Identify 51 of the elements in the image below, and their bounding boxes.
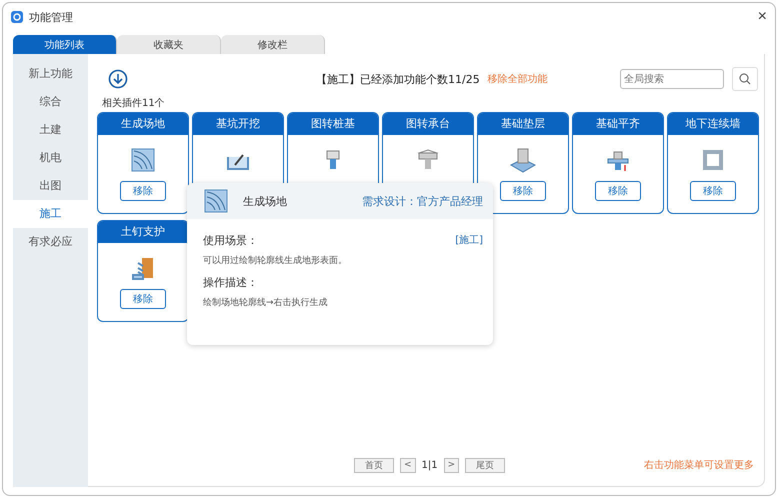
prev-page-button[interactable]: < xyxy=(400,458,416,472)
window-title: 功能管理 xyxy=(29,10,74,24)
section-label: 使用场景： xyxy=(203,233,258,248)
designer-text: 需求设计：官方产品经理 xyxy=(362,194,483,208)
first-page-button[interactable]: 首页 xyxy=(354,458,394,472)
card-title: 基础垫层 xyxy=(478,113,568,135)
steps-text: 绘制场地轮廓线→右击执行生成 xyxy=(203,296,329,309)
remove-all-link[interactable]: 移除全部功能 xyxy=(488,72,612,86)
sidebar-item[interactable]: 机电 xyxy=(13,144,88,172)
next-page-button[interactable]: > xyxy=(444,458,460,472)
section-label: 操作描述： xyxy=(203,275,259,290)
plugin-icon xyxy=(130,147,156,173)
card-title: 生成场地 xyxy=(98,113,188,135)
plugin-count: 相关插件11个 xyxy=(102,96,166,110)
remove-button[interactable]: 移除 xyxy=(500,181,546,201)
sidebar-item[interactable]: 有求必应 xyxy=(13,228,88,256)
remove-button[interactable]: 移除 xyxy=(595,181,641,201)
tab[interactable]: 收藏夹 xyxy=(117,35,221,54)
sidebar-item[interactable]: 综合 xyxy=(13,88,88,116)
card-title: 地下连续墙 xyxy=(668,113,758,135)
category-tag: [施工] xyxy=(455,233,483,248)
last-page-button[interactable]: 尾页 xyxy=(465,458,506,472)
tooltip-title: 生成场地 xyxy=(243,194,288,208)
terrain-icon xyxy=(203,188,229,214)
card-title: 图转承台 xyxy=(383,113,473,135)
card-title: 基础平齐 xyxy=(573,113,663,135)
page-indicator: 1|1 xyxy=(422,460,438,470)
plugin-icon xyxy=(700,147,726,173)
remove-button[interactable]: 移除 xyxy=(690,181,736,201)
close-button[interactable]: × xyxy=(758,8,767,26)
sidebar-item[interactable]: 施工 xyxy=(13,200,88,228)
search-icon xyxy=(739,73,751,85)
card-title: 基坑开挖 xyxy=(193,113,283,135)
download-icon[interactable] xyxy=(108,69,128,89)
sidebar-item[interactable]: 新上功能 xyxy=(13,60,88,88)
sidebar-item[interactable]: 出图 xyxy=(13,172,88,200)
plugin-icon xyxy=(510,147,536,173)
plugin-icon xyxy=(130,255,156,281)
usage-text: 可以用过绘制轮廓线生成地形表面。 xyxy=(203,254,348,267)
added-count-text: 【施工】已经添加功能个数11/25 xyxy=(316,72,480,86)
app-logo-icon xyxy=(11,11,23,23)
card-title: 图转桩基 xyxy=(288,113,378,135)
search-field[interactable]: 全局搜索 xyxy=(620,69,724,89)
card-title: 土钉支护 xyxy=(98,221,188,243)
remove-button[interactable]: 移除 xyxy=(120,181,166,201)
tab[interactable]: 功能列表 xyxy=(13,35,117,54)
tab[interactable]: 修改栏 xyxy=(221,35,325,54)
search-button[interactable] xyxy=(732,67,758,91)
remove-button[interactable]: 移除 xyxy=(120,289,166,309)
hint-text: 右击功能菜单可设置更多 xyxy=(644,458,754,472)
sidebar-item[interactable]: 土建 xyxy=(13,116,88,144)
